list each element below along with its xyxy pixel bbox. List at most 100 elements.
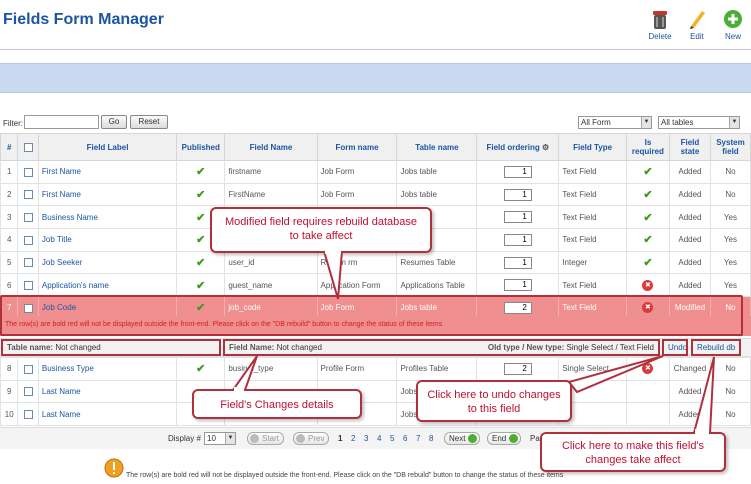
field-label-link[interactable]: Last Name [37, 402, 178, 427]
ordering-input[interactable]: 1 [476, 182, 560, 207]
checkbox[interactable] [23, 280, 33, 290]
row-checkbox[interactable] [17, 357, 39, 381]
row-number: 10 [0, 402, 19, 427]
page-4[interactable]: 4 [377, 434, 381, 443]
col-header-table-name[interactable]: Table name [396, 133, 478, 161]
published-toggle[interactable]: ✔ [176, 182, 226, 207]
checkbox[interactable] [23, 364, 33, 374]
reset-button[interactable]: Reset [130, 115, 168, 129]
col-header-field-label[interactable]: Field Label [37, 133, 178, 161]
published-toggle[interactable]: ✔ [176, 160, 226, 184]
edit-button[interactable]: Edit [679, 6, 715, 44]
checkbox[interactable] [23, 212, 33, 222]
col-header-is-required[interactable]: Is required [625, 133, 670, 161]
rebuild-db-button[interactable]: Rebuild db [691, 339, 741, 356]
page-7[interactable]: 7 [416, 434, 420, 443]
col-header-system-field[interactable]: System field [709, 133, 751, 161]
ordering-input[interactable]: 1 [476, 250, 560, 275]
checkbox[interactable] [23, 167, 33, 177]
callout-modified-field: Modified field requires rebuild database… [210, 207, 432, 253]
row-checkbox[interactable] [17, 402, 39, 427]
warning-icon [104, 458, 124, 478]
row-checkbox[interactable] [17, 228, 39, 252]
field-label-link[interactable]: Job Seeker [37, 250, 178, 275]
page-2[interactable]: 2 [351, 434, 355, 443]
published-toggle[interactable]: ✔ [176, 250, 226, 275]
filter-input[interactable] [24, 115, 99, 129]
field-label-link[interactable]: Job Title [37, 228, 178, 252]
col-header-field-name[interactable]: Field Name [224, 133, 318, 161]
table-select[interactable]: All tables ▼ [658, 116, 740, 129]
row-checkbox[interactable] [17, 379, 39, 404]
checkbox[interactable] [23, 387, 33, 397]
ordering-input[interactable]: 1 [476, 273, 560, 298]
ordering-box[interactable]: 1 [503, 188, 532, 201]
bottom-warning-text: The row(s) are bold red will not be disp… [126, 472, 564, 479]
required-indicator: ✔ [625, 160, 670, 184]
checkbox[interactable] [23, 190, 33, 200]
form-select[interactable]: All Form ▼ [578, 116, 652, 129]
ordering-box[interactable]: 1 [503, 165, 532, 178]
field-label-link[interactable]: First Name [37, 182, 178, 207]
page-5[interactable]: 5 [390, 434, 394, 443]
go-button[interactable]: Go [101, 115, 127, 129]
checkbox[interactable] [23, 235, 33, 245]
new-button[interactable]: New [715, 6, 751, 44]
ordering-input[interactable]: 1 [476, 228, 560, 252]
required-indicator: ✔ [625, 250, 670, 275]
select-all-checkbox[interactable] [17, 133, 39, 161]
display-count-select[interactable]: 10 ▼ [204, 432, 236, 445]
delete-button[interactable]: Delete [642, 6, 678, 44]
page-8[interactable]: 8 [429, 434, 433, 443]
col-header-form-name[interactable]: Form name [316, 133, 398, 161]
field-label-link[interactable]: Last Name [37, 379, 178, 404]
ordering-input[interactable]: 1 [476, 160, 560, 184]
field-label-link[interactable]: Business Name [37, 205, 178, 230]
edit-label: Edit [690, 32, 704, 41]
row-checkbox[interactable] [17, 273, 39, 298]
cross-icon: ✖ [642, 302, 654, 314]
col-header-field-ordering[interactable]: Field ordering ⚙ [476, 133, 560, 161]
row-checkbox[interactable] [17, 160, 39, 184]
field-state: Added [668, 160, 711, 184]
start-button[interactable]: Start [247, 432, 284, 445]
ordering-input[interactable]: 1 [476, 205, 560, 230]
row-checkbox[interactable] [17, 205, 39, 230]
ordering-box[interactable]: 1 [503, 279, 532, 292]
page-3[interactable]: 3 [364, 434, 368, 443]
ordering-box[interactable]: 2 [503, 362, 532, 375]
page-1[interactable]: 1 [338, 434, 342, 443]
field-name: guest_name [224, 273, 318, 298]
field-label-link[interactable]: First Name [37, 160, 178, 184]
field-label-link[interactable]: Application's name [37, 273, 178, 298]
published-toggle[interactable]: ✔ [176, 357, 226, 381]
undo-button[interactable]: Undo [662, 339, 688, 356]
published-toggle[interactable]: ✔ [176, 273, 226, 298]
col-header-field-type[interactable]: Field Type [558, 133, 627, 161]
checkbox[interactable] [23, 303, 33, 313]
row-checkbox[interactable] [17, 182, 39, 207]
end-button[interactable]: End [487, 432, 522, 445]
checkbox[interactable] [23, 409, 33, 419]
checkbox[interactable] [23, 258, 33, 268]
save-order-icon[interactable]: ⚙ [542, 143, 549, 152]
check-icon: ✔ [196, 302, 206, 315]
ordering-box[interactable]: 1 [503, 211, 532, 224]
form-select-value: All Form [581, 118, 611, 127]
table-name: Jobs table [396, 160, 478, 184]
next-button[interactable]: Next [444, 432, 481, 445]
required-indicator: ✔ [625, 228, 670, 252]
col-header-published[interactable]: Published [176, 133, 226, 161]
ordering-box[interactable]: 1 [503, 256, 532, 269]
prev-button[interactable]: Prev [293, 432, 330, 445]
col-header-field-state[interactable]: Field state [668, 133, 711, 161]
callout-undo-pointer [567, 355, 664, 394]
check-icon: ✔ [643, 211, 653, 224]
ordering-box[interactable]: 2 [503, 301, 532, 314]
ordering-input[interactable]: 2 [476, 357, 560, 381]
page-6[interactable]: 6 [403, 434, 407, 443]
field-label-link[interactable]: Business Type [37, 357, 178, 381]
row-checkbox[interactable] [17, 250, 39, 275]
plus-icon [724, 10, 742, 28]
ordering-box[interactable]: 1 [503, 233, 532, 246]
